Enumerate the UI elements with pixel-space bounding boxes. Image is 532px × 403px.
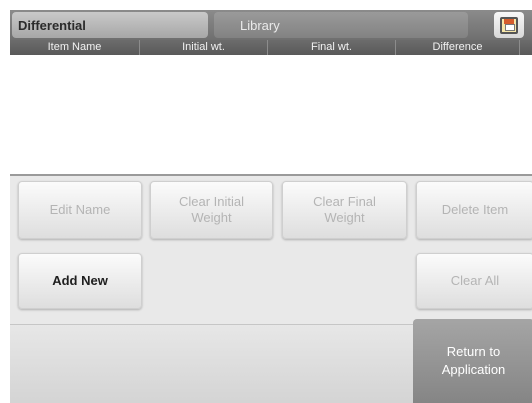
- table-header: Item Name Initial wt. Final wt. Differen…: [10, 40, 532, 55]
- save-button[interactable]: [494, 12, 524, 38]
- add-new-button[interactable]: Add New: [18, 253, 142, 309]
- clear-final-weight-label: Clear Final Weight: [313, 194, 376, 225]
- column-final-wt: Final wt.: [268, 40, 396, 55]
- tab-library-label: Library: [240, 17, 280, 33]
- clear-final-weight-button[interactable]: Clear Final Weight: [282, 181, 407, 239]
- column-initial-wt: Initial wt.: [140, 40, 268, 55]
- add-new-label: Add New: [52, 273, 108, 288]
- item-list[interactable]: [10, 55, 532, 176]
- return-to-application-label: Return to Application: [441, 344, 506, 377]
- clear-all-button[interactable]: Clear All: [416, 253, 532, 309]
- column-difference: Difference: [396, 40, 520, 55]
- differential-screen: Differential Library Item Name Initial w…: [10, 10, 532, 403]
- tab-differential[interactable]: Differential: [12, 12, 208, 38]
- clear-initial-weight-button[interactable]: Clear Initial Weight: [150, 181, 273, 239]
- return-to-application-button[interactable]: Return to Application: [413, 319, 532, 403]
- column-spacer: [520, 40, 532, 55]
- header-bar: Differential Library: [10, 10, 532, 40]
- floppy-disk-icon: [500, 16, 518, 34]
- delete-item-label: Delete Item: [441, 202, 509, 217]
- delete-item-button[interactable]: Delete Item: [416, 181, 532, 239]
- tab-differential-label: Differential: [18, 17, 86, 33]
- edit-name-label: Edit Name: [49, 202, 111, 217]
- column-item-name: Item Name: [10, 40, 140, 55]
- clear-all-label: Clear All: [450, 273, 500, 288]
- clear-initial-weight-label: Clear Initial Weight: [178, 194, 245, 225]
- edit-name-button[interactable]: Edit Name: [18, 181, 142, 239]
- tab-library[interactable]: Library: [214, 12, 468, 38]
